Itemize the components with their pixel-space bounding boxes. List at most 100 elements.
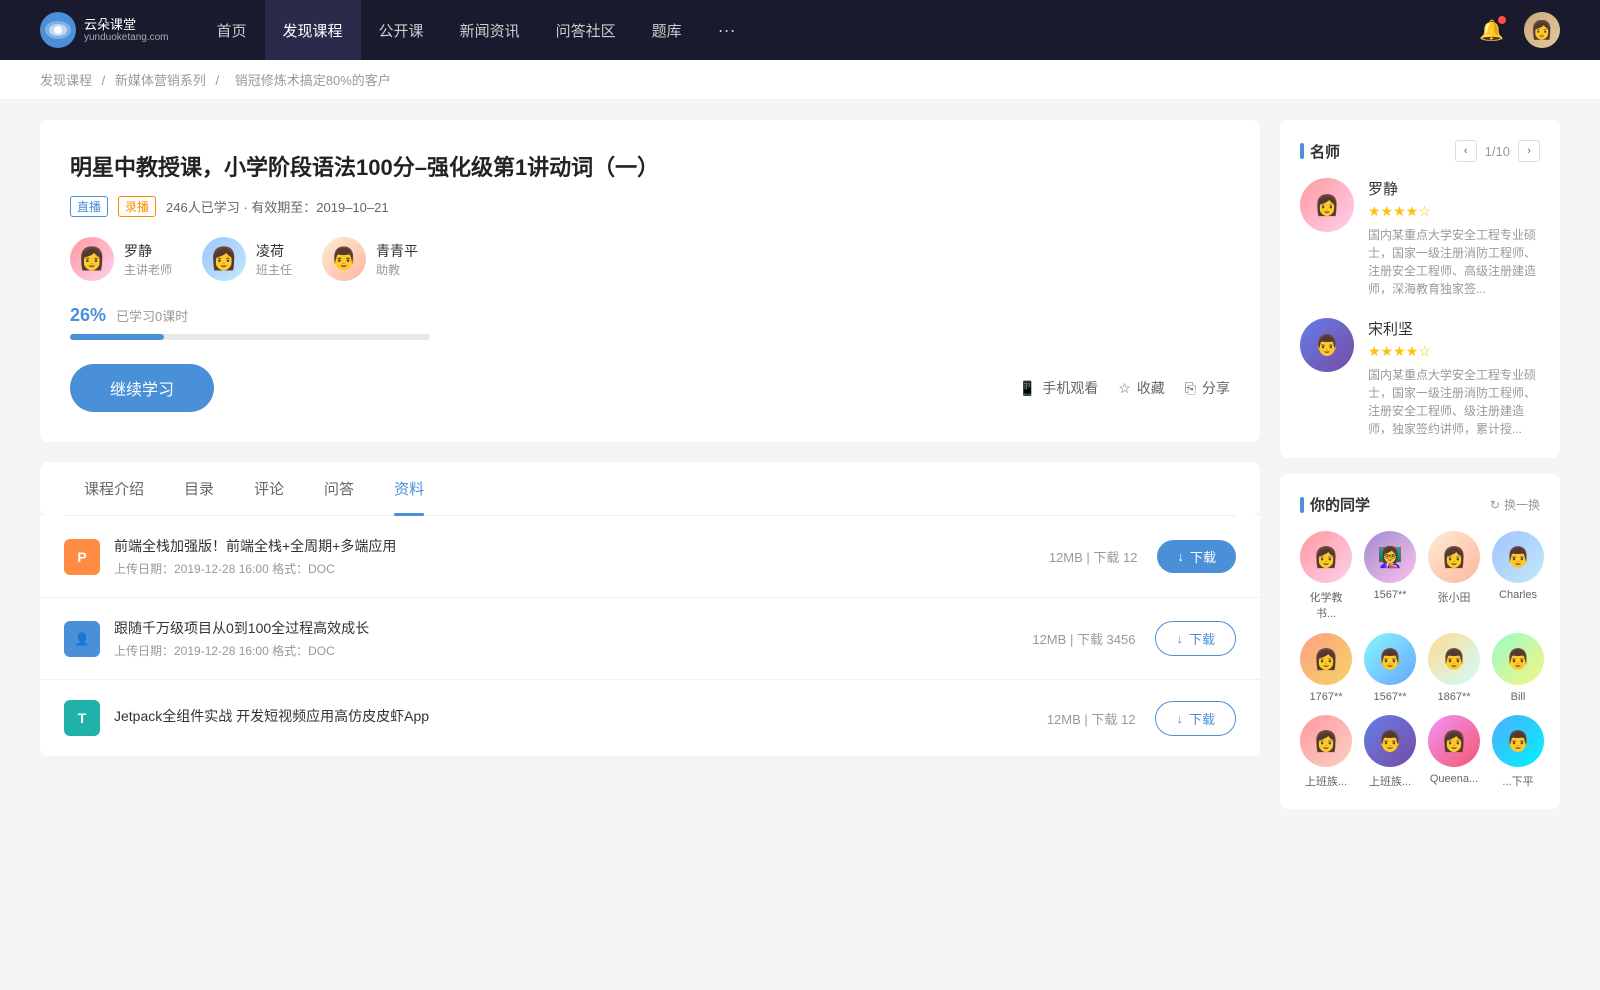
course-tabs: 课程介绍 目录 评论 问答 资料 [40,462,1260,516]
resource-date-2: 上传日期：2019-12-28 16:00 格式：DOC [114,642,1012,659]
logo-icon [40,12,76,48]
classmate-3[interactable]: 👩 张小田 [1428,531,1480,621]
collect-button[interactable]: ☆ 收藏 [1118,378,1165,398]
classmate-name-6: 1567** [1373,691,1406,703]
progress-percent: 26% [70,305,106,326]
tab-intro[interactable]: 课程介绍 [64,462,164,515]
breadcrumb-link-1[interactable]: 发现课程 [40,73,92,88]
resource-stats-3: 12MB | 下载 12 [1047,709,1136,728]
classmate-11[interactable]: 👩 Queena... [1428,715,1480,789]
download-button-3[interactable]: ↓ 下载 [1155,701,1236,736]
classmate-8[interactable]: 👨 Bill [1492,633,1544,703]
prev-page-button[interactable]: ‹ [1455,140,1477,162]
nav-news[interactable]: 新闻资讯 [442,0,538,60]
course-meta-text: 246人已学习 · 有效期至：2019–10–21 [166,197,389,216]
classmate-name-2: 1567** [1373,589,1406,601]
progress-section: 26% 已学习0课时 [70,305,1230,340]
sidebar-teacher-name-2: 宋利坚 [1368,318,1540,339]
classmate-avatar-11: 👩 [1428,715,1480,767]
classmate-avatar-6: 👨 [1364,633,1416,685]
teacher-name-3: 青青平 [376,241,418,261]
refresh-icon: ↻ [1490,498,1500,512]
user-avatar[interactable]: 👩 [1524,12,1560,48]
logo[interactable]: 云朵课堂 yunduoketang.com [40,12,169,48]
breadcrumb: 发现课程 / 新媒体营销系列 / 销冠修炼术搞定80%的客户 [0,60,1600,100]
classmate-avatar-12: 👨 [1492,715,1544,767]
nav-more[interactable]: ··· [700,0,754,60]
share-icon: ⎘ [1185,380,1196,397]
progress-label: 已学习0课时 [116,306,188,325]
classmate-10[interactable]: 👨 上班族... [1364,715,1416,789]
resource-item-2: 👤 跟随千万级项目从0到100全过程高效成长 上传日期：2019-12-28 1… [40,598,1260,680]
classmate-avatar-2: 👩‍🏫 [1364,531,1416,583]
course-title: 明星中教授课，小学阶段语法100分–强化级第1讲动词（一） [70,150,1230,182]
teacher-name-1: 罗静 [124,241,172,261]
classmate-5[interactable]: 👩 1767** [1300,633,1352,703]
download-button-1[interactable]: ↓ 下载 [1157,540,1236,573]
sidebar-teacher-stars-1: ★★★★☆ [1368,203,1540,220]
tab-qa[interactable]: 问答 [304,462,374,515]
mobile-view-button[interactable]: 📱 手机观看 [1019,378,1098,398]
classmate-name-5: 1767** [1309,691,1342,703]
classmate-name-8: Bill [1511,691,1526,703]
classmate-avatar-4: 👨 [1492,531,1544,583]
sidebar-teacher-avatar-2: 👨 [1300,318,1354,372]
classmate-name-4: Charles [1499,589,1537,601]
nav-discover[interactable]: 发现课程 [265,0,361,60]
sidebar: 名师 ‹ 1/10 › 👩 罗静 ★★★★☆ 国内某重点大学安全工程专业硕士， [1280,120,1560,825]
classmate-name-11: Queena... [1430,773,1478,785]
download-button-2[interactable]: ↓ 下载 [1155,621,1236,656]
sidebar-teacher-stars-2: ★★★★☆ [1368,343,1540,360]
breadcrumb-current: 销冠修炼术搞定80%的客户 [235,73,391,88]
nav-exam[interactable]: 题库 [634,0,700,60]
tab-catalog[interactable]: 目录 [164,462,234,515]
next-page-button[interactable]: › [1518,140,1540,162]
download-icon-3: ↓ [1176,711,1183,726]
tabs-list: 课程介绍 目录 评论 问答 资料 [64,462,1236,516]
classmate-6[interactable]: 👨 1567** [1364,633,1416,703]
classmate-4[interactable]: 👨 Charles [1492,531,1544,621]
tab-resources[interactable]: 资料 [374,462,444,515]
badge-live: 直播 [70,196,108,217]
classmate-avatar-5: 👩 [1300,633,1352,685]
sidebar-teacher-desc-1: 国内某重点大学安全工程专业硕士，国家一级注册消防工程师、注册安全工程师、高级注册… [1368,226,1540,298]
resource-stats-1: 12MB | 下载 12 [1049,547,1138,566]
teachers-header: 名师 ‹ 1/10 › [1300,140,1540,162]
teacher-name-2: 凌荷 [256,241,292,261]
nav-open[interactable]: 公开课 [361,0,442,60]
notification-dot [1498,16,1506,24]
classmate-9[interactable]: 👩 上班族... [1300,715,1352,789]
continue-button[interactable]: 继续学习 [70,364,214,412]
classmates-grid: 👩 化学教书... 👩‍🏫 1567** 👩 张小田 👨 Charles 👩 [1300,531,1540,789]
classmates-header: 你的同学 ↻ 换一换 [1300,494,1540,515]
classmate-7[interactable]: 👨 1867** [1428,633,1480,703]
sidebar-teacher-2: 👨 宋利坚 ★★★★☆ 国内某重点大学安全工程专业硕士，国家一级注册消防工程师、… [1300,318,1540,438]
share-button[interactable]: ⎘ 分享 [1185,378,1230,398]
resource-icon-1: P [64,539,100,575]
classmate-name-3: 张小田 [1438,589,1471,605]
nav-qa[interactable]: 问答社区 [538,0,634,60]
nav-home[interactable]: 首页 [199,0,265,60]
teacher-avatar-3: 👨 [322,237,366,281]
sidebar-teacher-info-1: 罗静 ★★★★☆ 国内某重点大学安全工程专业硕士，国家一级注册消防工程师、注册安… [1368,178,1540,298]
breadcrumb-link-2[interactable]: 新媒体营销系列 [115,73,206,88]
resource-item-3: T Jetpack全组件实战 开发短视频应用高仿皮皮虾App 12MB | 下载… [40,680,1260,756]
sidebar-teacher-desc-2: 国内某重点大学安全工程专业硕士，国家一级注册消防工程师、注册安全工程师、级注册建… [1368,366,1540,438]
classmate-2[interactable]: 👩‍🏫 1567** [1364,531,1416,621]
resource-date-1: 上传日期：2019-12-28 16:00 格式：DOC [114,560,1029,577]
teacher-2: 👩 凌荷 班主任 [202,237,292,281]
resource-stats-2: 12MB | 下载 3456 [1032,629,1135,648]
nav-items: 首页 发现课程 公开课 新闻资讯 问答社区 题库 ··· [199,0,1480,60]
course-meta: 直播 录播 246人已学习 · 有效期至：2019–10–21 [70,196,1230,217]
sidebar-teacher-name-1: 罗静 [1368,178,1540,199]
tab-review[interactable]: 评论 [234,462,304,515]
classmate-12[interactable]: 👨 ...下平 [1492,715,1544,789]
classmate-1[interactable]: 👩 化学教书... [1300,531,1352,621]
classmate-avatar-1: 👩 [1300,531,1352,583]
classmate-name-1: 化学教书... [1300,589,1352,621]
teacher-role-2: 班主任 [256,261,292,278]
classmate-avatar-8: 👨 [1492,633,1544,685]
teacher-role-1: 主讲老师 [124,261,172,278]
refresh-button[interactable]: ↻ 换一换 [1490,496,1540,513]
bell-icon[interactable]: 🔔 [1479,18,1504,43]
